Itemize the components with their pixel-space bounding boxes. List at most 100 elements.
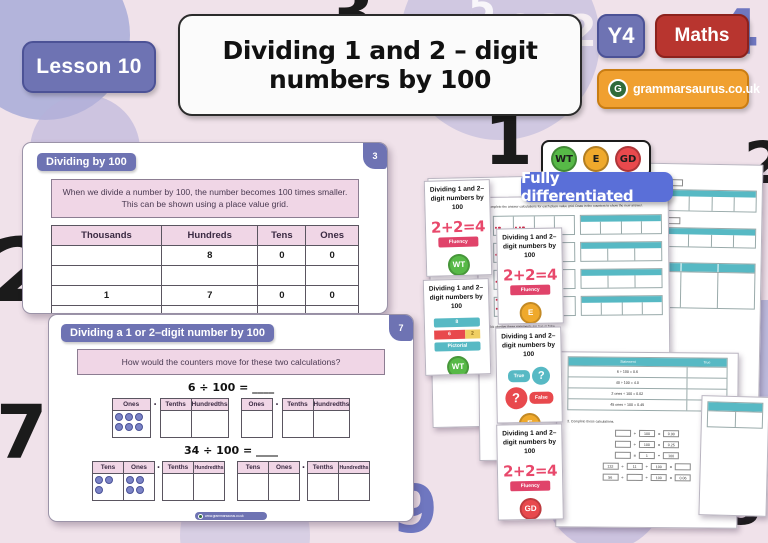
fluency-equation: 2+2=4 <box>430 216 486 237</box>
fluency-badge: Fluency <box>509 284 551 296</box>
hundred-box[interactable]: 100 <box>650 474 667 482</box>
cover-card-title: Dividing 1 and 2–digit numbers by 100 <box>501 332 556 358</box>
counter-dot <box>124 423 133 432</box>
slide-card-7[interactable]: 7 Dividing a 1 or 2–digit number by 100 … <box>48 314 414 522</box>
cell <box>257 304 307 313</box>
cell <box>51 264 162 286</box>
true-bubble: True <box>507 369 531 383</box>
fully-differentiated-banner: Fully differentiated <box>521 169 673 205</box>
true-col-header: True <box>703 360 711 365</box>
counter-cell <box>307 473 339 502</box>
coin-gd-label: GD <box>619 153 637 165</box>
page-header: Lesson 10 Dividing 1 and 2 – digit numbe… <box>0 0 768 128</box>
col-tenths: Tenths <box>307 461 339 475</box>
counter-dot <box>95 486 103 495</box>
fluency-equation: 2+2=4 <box>502 265 558 285</box>
decimal-point-icon: • <box>154 461 163 474</box>
worksheet-cover-card[interactable]: Dividing 1 and 2–digit numbers by 100 2+… <box>423 179 493 277</box>
divisor-box[interactable] <box>626 473 643 481</box>
counter-cell <box>162 473 194 502</box>
answer-box[interactable] <box>614 429 631 437</box>
cell: 1 <box>51 284 162 306</box>
level-coin-e: E <box>518 412 542 424</box>
col-ones: Ones <box>123 461 155 475</box>
slide-title: Dividing a 1 or 2–digit number by 100 <box>61 324 274 342</box>
decimal-point-icon: • <box>271 398 283 411</box>
place-value-grid: Tens Ones • Tenths Hundredths <box>92 461 225 502</box>
result-box[interactable]: 100 <box>650 463 667 471</box>
footer-brand-pill: www.grammarsaurus.co.uk <box>195 512 267 520</box>
cell <box>257 264 307 286</box>
result-box[interactable]: 0.90 <box>663 430 680 438</box>
page-title-line1: Dividing 1 and 2 – digit <box>222 36 538 65</box>
cover-card-title: Dividing 1 and 2–digit numbers by 100 <box>428 284 484 310</box>
counters <box>114 413 148 432</box>
slide-info-box: How would the counters move for these tw… <box>77 349 385 376</box>
divisor-box[interactable]: 100 <box>638 440 655 449</box>
brand-badge[interactable]: G grammarsaurus.co.uk <box>597 69 760 109</box>
counter-cell <box>123 473 155 502</box>
counter-dot <box>134 423 143 432</box>
counter-cell <box>338 473 370 502</box>
question-mark-icon: ? <box>504 386 528 410</box>
worksheet-page[interactable] <box>698 395 768 517</box>
bar-model-parts: 6 2 <box>434 329 481 340</box>
divisor-box[interactable]: 100 <box>638 429 656 438</box>
result-box[interactable]: 0.25 <box>663 441 680 449</box>
false-bubble: False <box>528 391 554 404</box>
divisor-box[interactable]: 1 <box>638 451 655 460</box>
worksheet-cover-card[interactable]: Dividing 1 and 2–digit numbers by 100 2+… <box>496 423 564 521</box>
worksheet-cover-card[interactable]: Dividing 1 and 2–digit numbers by 100 8 … <box>422 278 492 376</box>
calc-row[interactable]: ÷ 100 = 0.25 <box>614 440 680 449</box>
bar-model-whole: 8 <box>433 317 481 328</box>
table-row: 1 7 0 0 <box>51 284 359 306</box>
divisor-box[interactable]: 11 <box>626 462 643 470</box>
grid-row <box>111 410 229 439</box>
calc-row[interactable]: 56 ÷ ÷ 100 = 0.06 <box>602 473 692 482</box>
answer-box[interactable]: 56 <box>602 473 619 481</box>
counter-cell <box>159 410 192 439</box>
answer-box[interactable] <box>614 451 631 459</box>
pictorial-badge: Pictorial <box>434 341 481 352</box>
statement-cell: 6 ÷ 100 = 0.6 <box>616 369 639 374</box>
slide-number-badge: 7 <box>389 315 413 341</box>
calculation-2: 34 ÷ 100 = ____ <box>183 444 279 458</box>
place-value-grid: Ones • Tenths Hundredths <box>240 398 351 439</box>
cover-card-title: Dividing 1 and 2–digit numbers by 100 <box>502 233 557 259</box>
slide-card-3[interactable]: 3 Dividing by 100 When we divide a numbe… <box>22 142 388 314</box>
col-tens: Tens <box>237 461 269 475</box>
counter-cell <box>190 410 229 439</box>
brand-dot-icon <box>198 513 203 519</box>
statement-cell: 2 ones ÷ 100 = 0.02 <box>611 391 644 396</box>
col-tens: Tens <box>257 224 307 246</box>
fully-differentiated-label: Fully differentiated <box>521 169 634 205</box>
result-box[interactable]: 0.06 <box>675 474 692 482</box>
worksheet-cover-card[interactable]: Dividing 1 and 2–digit numbers by 100 2+… <box>496 227 564 325</box>
table-row: 8 0 0 <box>51 244 359 266</box>
cell <box>305 264 359 286</box>
col-ones: Ones <box>111 398 151 412</box>
calc-row[interactable]: 132 ÷ 11 ÷ 100 = <box>602 462 692 471</box>
cell: 0 <box>257 284 307 306</box>
calc-row[interactable]: = 1 ÷ 100 <box>614 451 680 460</box>
calc-row[interactable]: ÷ 100 = 0.90 <box>614 429 680 438</box>
cell: 8 <box>160 244 259 266</box>
cover-card-title: Dividing 1 and 2–digit numbers by 100 <box>502 429 557 455</box>
footer-brand-label: www.grammarsaurus.co.uk <box>205 514 244 518</box>
slide-footer: www.grammarsaurus.co.uk <box>49 512 413 520</box>
final-box[interactable] <box>675 463 692 471</box>
counter-dot <box>134 413 143 422</box>
cell <box>51 244 162 266</box>
subject-badge: Maths <box>655 14 749 58</box>
slide-title: Dividing by 100 <box>37 153 136 171</box>
answer-box[interactable]: 132 <box>602 462 619 470</box>
cell: 0 <box>305 244 359 266</box>
page-title-line2: numbers by 100 <box>269 65 491 94</box>
fluency-equation: 2+2=4 <box>502 461 558 481</box>
fluency-badge: Fluency <box>437 236 479 248</box>
col-ones: Ones <box>240 398 273 412</box>
bar-part-right: 2 <box>464 329 481 339</box>
answer-box[interactable] <box>614 440 631 448</box>
result-box[interactable]: 100 <box>663 452 680 460</box>
worksheet-cover-card[interactable]: Dividing 1 and 2–digit numbers by 100 Tr… <box>495 326 563 424</box>
